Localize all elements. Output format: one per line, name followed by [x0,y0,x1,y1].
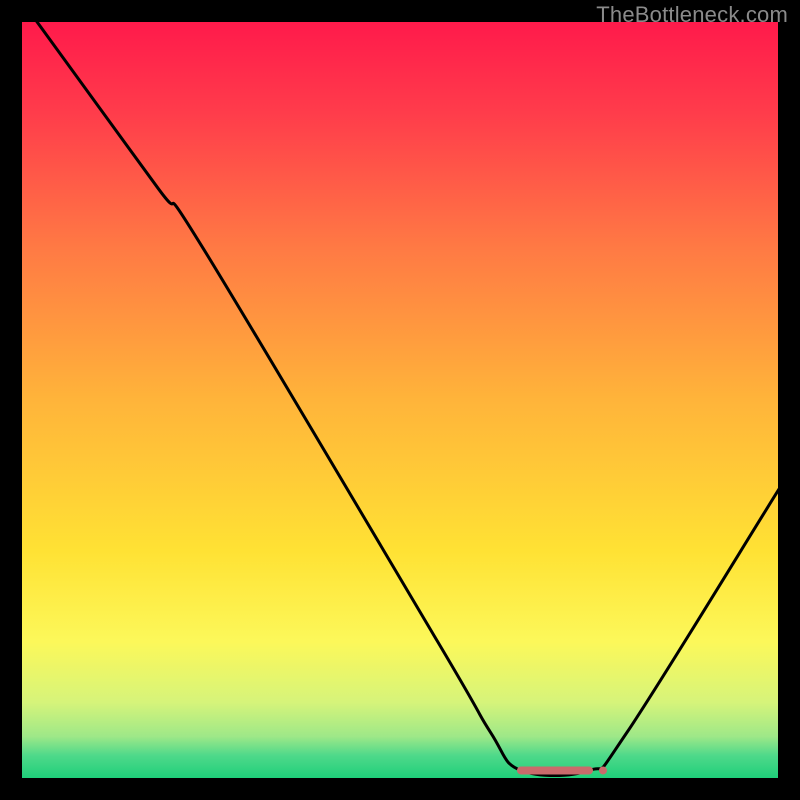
chart-background-gradient [22,22,778,778]
bottleneck-chart [0,0,800,800]
watermark-text: TheBottleneck.com [596,2,788,28]
